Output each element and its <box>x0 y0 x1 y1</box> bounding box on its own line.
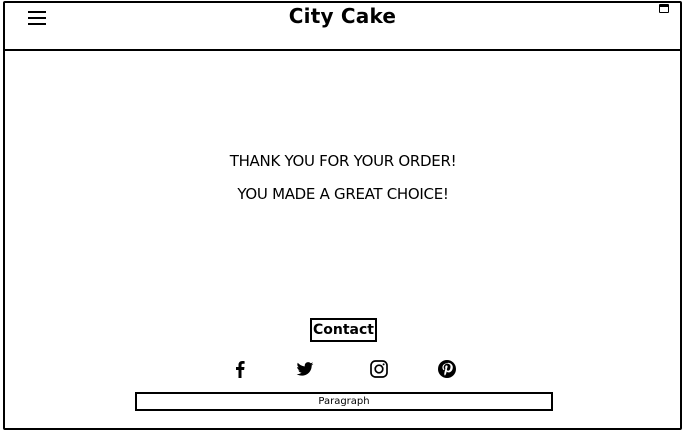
thank-you-message: THANK YOU FOR YOUR ORDER! <box>229 152 457 170</box>
site-title: City Cake <box>288 4 397 28</box>
contact-button[interactable]: Contact <box>310 318 377 342</box>
footer-paragraph: Paragraph <box>135 392 553 411</box>
facebook-icon[interactable] <box>230 359 250 379</box>
twitter-icon[interactable] <box>295 359 315 379</box>
page-frame <box>3 1 682 430</box>
header: City Cake <box>3 1 682 51</box>
great-choice-message: YOU MADE A GREAT CHOICE! <box>237 185 449 203</box>
pinterest-icon[interactable] <box>437 359 457 379</box>
window-icon <box>659 4 669 13</box>
instagram-icon[interactable] <box>369 359 389 379</box>
